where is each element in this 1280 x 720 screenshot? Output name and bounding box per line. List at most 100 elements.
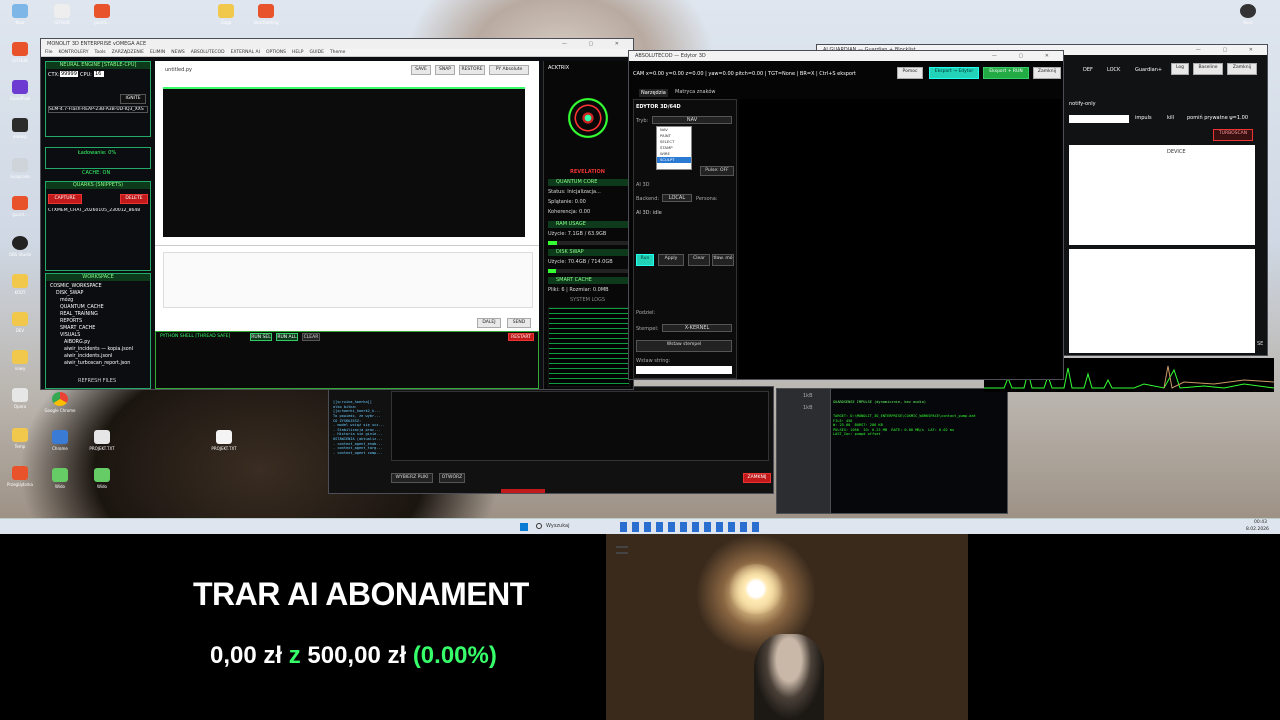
device-table[interactable]: DEVICE [1069, 145, 1255, 245]
eksport-editor-button[interactable]: Eksport → Edytor [929, 67, 979, 79]
editor3d-close-button[interactable]: Zamknij [1033, 67, 1061, 79]
desktop-icon-gaga[interactable]: Gaga [208, 4, 244, 25]
desktop-icon-chrome[interactable]: Google Chrome [42, 392, 78, 413]
apply-button[interactable]: Apply [658, 254, 684, 266]
code-editor[interactable] [163, 87, 525, 237]
tree-item[interactable]: aiwir_incidents — kopia.jsonl [50, 346, 146, 353]
menu-kontrolery[interactable]: KONTROLERY [59, 50, 89, 55]
impuls-check[interactable]: impuls [1135, 115, 1152, 121]
menu-absolutecod[interactable]: ABSOLUTECOD [191, 50, 225, 55]
tryb-select[interactable]: NAV [652, 116, 732, 124]
log-button[interactable]: Log [1171, 63, 1189, 75]
tree-item[interactable]: QUANTUM_CACHE [50, 304, 146, 311]
snippet-item[interactable]: CTXMEM_CHAT_20260105_230012_8648 [48, 208, 148, 213]
tree-item[interactable]: AIBORG.py [50, 339, 146, 346]
tab-matryca[interactable]: Matryca znaków [675, 89, 715, 95]
py-absolute-button[interactable]: PY Absolute [489, 65, 529, 75]
desktop-icon-app2[interactable]: aiwasp [2, 118, 38, 139]
desktop-icon-github[interactable]: GITHUB [44, 4, 80, 25]
desktop-icon-recycle[interactable]: Kosz [2, 4, 38, 25]
def-check[interactable]: DEF [1083, 67, 1093, 73]
acktrix-check[interactable]: ACKTRIX [548, 65, 569, 71]
tree-item[interactable]: REAL_TRAINING [50, 311, 146, 318]
eksport-run-button[interactable]: Eksport + RUN [983, 67, 1029, 79]
capture-button[interactable]: CAPTURE [48, 194, 82, 204]
guardian-close-button[interactable]: Zamknij [1227, 63, 1257, 75]
tlw-button[interactable]: tław. mó [712, 254, 734, 266]
tab-narzedzia[interactable]: Narzędzia [639, 89, 668, 97]
pomin-check[interactable]: pomiń prywatne ψ=1.00 [1187, 115, 1248, 121]
file-tab[interactable]: untitled.py [165, 67, 192, 73]
run-sel-button[interactable]: RUN SEL [250, 333, 272, 341]
refresh-files-button[interactable]: REFRESH FILES [78, 378, 116, 384]
model-name[interactable]: SLM-4.7-Flash-REAP-23B-A3B-UD-IQ3_XXS [48, 106, 148, 113]
desktop-icon-folder[interactable]: KODY [2, 274, 38, 295]
ctx-input[interactable]: 99999 [60, 71, 78, 77]
tryb-dropdown[interactable]: NAV PAINT SELECT STAMP WIRE SCULPT [656, 126, 692, 170]
guardian-input[interactable] [1069, 115, 1129, 123]
tree-item[interactable]: aiwir_incidents.jsonl [50, 353, 146, 360]
wstaw-string-input[interactable] [636, 366, 732, 374]
desktop-icon-obs[interactable]: OBS Studio [2, 236, 38, 257]
viewport-3d[interactable] [739, 99, 1061, 379]
desktop-icon-wido[interactable]: Wido [42, 468, 78, 489]
cpu-input[interactable]: 16 [94, 71, 104, 77]
desktop-icon-brave3[interactable]: Przeglądarka [2, 466, 38, 487]
kill-check[interactable]: kill [1167, 115, 1174, 121]
menu-tools[interactable]: Tools [95, 50, 106, 55]
turboscan-button[interactable]: TURBOSCAN [1213, 129, 1253, 141]
restore-button[interactable]: RESTORE [459, 65, 485, 75]
desktop-icon-app4[interactable]: Chrome [42, 430, 78, 451]
tree-item[interactable]: COSMIC_WORKSPACE [50, 283, 146, 290]
baseline-button[interactable]: Baseline [1193, 63, 1223, 75]
menu-theme[interactable]: Theme [330, 50, 346, 55]
desktop-icon-file[interactable]: Opera [2, 388, 38, 409]
desktop-icon-folder3[interactable]: nowy [2, 350, 38, 371]
tree-item[interactable]: VISUALS [50, 332, 146, 339]
menu-external-ai[interactable]: EXTERNAL AI [231, 50, 260, 55]
desktop-icon-guard[interactable]: guard... [84, 4, 120, 25]
desktop-icon-brave2[interactable]: guard... [2, 196, 38, 217]
menu-zarzadzenie[interactable]: ZARZĄDZENIE [112, 50, 144, 55]
start-icon[interactable] [520, 523, 528, 531]
lock-check[interactable]: LOCK [1107, 67, 1120, 73]
tree-item[interactable]: SMART_CACHE [50, 325, 146, 332]
guardian-list[interactable] [1069, 249, 1255, 353]
save-button[interactable]: SAVE [411, 65, 431, 75]
guardian-check[interactable]: Guardian+ [1135, 67, 1162, 73]
ignite-button[interactable]: IGNITE [120, 94, 146, 104]
open-button[interactable]: OTWÓRZ [439, 473, 465, 483]
desktop-icon-app3[interactable]: Snapcode [2, 158, 38, 179]
snap-button[interactable]: SNAP [435, 65, 455, 75]
tree-item[interactable]: DISK_SWAP [50, 290, 146, 297]
desktop-icon-folder4[interactable]: Temp [2, 428, 38, 449]
desktop-icon-shortsetting[interactable]: ShortSetting [248, 4, 284, 25]
tree-item[interactable]: REPORTS [50, 318, 146, 325]
desktop-icon-settings[interactable]: Kosz [1230, 4, 1266, 25]
pomoc-button[interactable]: Pomoc [897, 67, 923, 79]
run-all-button[interactable]: RUN ALL [276, 333, 298, 341]
taskbar-apps[interactable] [620, 522, 760, 532]
file-tree[interactable]: COSMIC_WORKSPACE DISK_SWAP mózg QUANTUM_… [50, 283, 146, 367]
output-area[interactable] [163, 252, 533, 308]
dalej-button[interactable]: DALEJ [477, 318, 501, 328]
menu-help[interactable]: HELP [292, 50, 303, 55]
menu-elimin[interactable]: ELIMIN [150, 50, 165, 55]
menu-options[interactable]: OPTIONS [266, 50, 286, 55]
desktop-icon-folder2[interactable]: DEV [2, 312, 38, 333]
desktop-icon-app[interactable]: GuardFuel [2, 80, 38, 101]
shell-clear-button[interactable]: CLEAR [302, 333, 320, 341]
desktop-icon-brave[interactable]: GITHUB [2, 42, 38, 63]
clear-button[interactable]: Clear [688, 254, 710, 266]
send-button[interactable]: SEND [507, 318, 531, 328]
menu-file[interactable]: File [45, 50, 53, 55]
run-button[interactable]: Run [636, 254, 654, 266]
stempel-select[interactable]: X-KERNEL [662, 324, 732, 332]
tree-item[interactable]: aiwir_turboscan_report.json [50, 360, 146, 367]
restart-button[interactable]: RESTART [508, 333, 534, 341]
choose-files-button[interactable]: WYBIERZ PLIKI [391, 473, 433, 483]
tree-item[interactable]: mózg [50, 297, 146, 304]
chat-close-button[interactable]: ZAMKNIJ [743, 473, 771, 483]
option-sculpt[interactable]: SCULPT [657, 157, 691, 163]
backend-select[interactable]: LOCAL [662, 194, 692, 202]
